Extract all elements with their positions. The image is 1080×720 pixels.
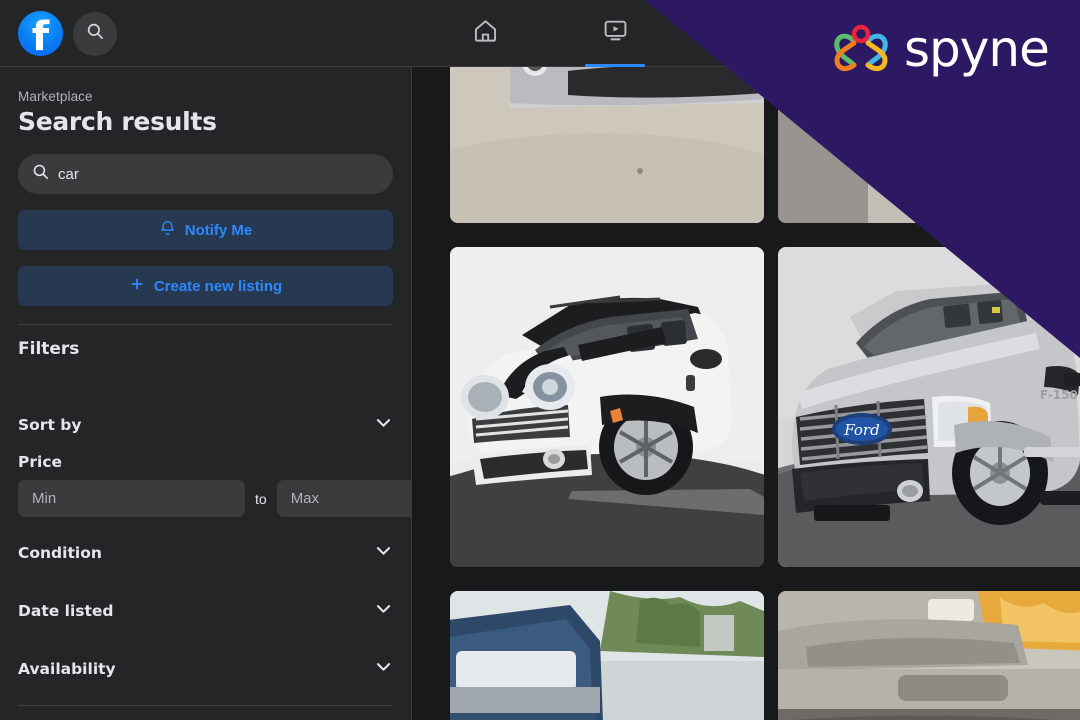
notify-me-label: Notify Me [185,222,253,239]
filter-date-listed[interactable]: Date listed [18,589,393,633]
price-min-input[interactable] [18,480,245,517]
nav-tab-watch[interactable] [579,7,651,59]
price-max-input[interactable] [277,480,412,517]
listing-image[interactable] [778,591,1080,720]
search-icon [32,163,49,185]
search-value: car [58,166,79,183]
bell-icon [159,219,176,241]
listing-grid: Ford [450,67,1080,720]
marketplace-sidebar: Marketplace Search results car Notify Me [0,67,412,720]
nav-tab-home[interactable] [449,7,521,59]
search-icon [86,22,104,45]
listing-card[interactable] [450,67,764,237]
listing-card[interactable] [450,591,764,720]
page-title: Search results [18,107,393,136]
create-new-listing-button[interactable]: Create new listing [18,266,393,306]
listing-meta [778,567,1080,581]
chevron-down-icon [374,413,393,437]
home-icon [472,17,499,49]
price-range-row: to [18,480,393,517]
listing-card[interactable]: Ford [778,247,1080,581]
search-input[interactable]: car [18,154,393,194]
video-play-icon [602,17,629,49]
spyne-wordmark: spyne [904,24,1049,74]
listing-meta [450,223,764,237]
listing-card[interactable] [450,247,764,581]
create-new-listing-label: Create new listing [154,278,282,295]
filter-availability-label: Availability [18,660,116,678]
filter-availability[interactable]: Availability [18,647,393,691]
filter-date-listed-label: Date listed [18,602,114,620]
plus-icon [129,276,145,296]
notify-me-button[interactable]: Notify Me [18,210,393,250]
listing-image[interactable] [450,67,764,223]
svg-text:Ford: Ford [843,421,879,439]
nav-left-group: f [18,11,117,56]
nav-tabs [420,0,680,66]
facebook-logo-letter: f [18,17,63,57]
marketplace-results-grid: Ford [412,67,1080,720]
facebook-logo-icon[interactable]: f [18,11,63,56]
filter-sort-by[interactable]: Sort by [18,403,393,447]
filter-condition[interactable]: Condition [18,531,393,575]
listing-image[interactable]: Ford [778,247,1080,567]
nav-search-button[interactable] [73,12,117,56]
listing-card[interactable] [778,591,1080,720]
app-root: Ford [0,0,1080,720]
filters-heading: Filters [18,339,393,359]
breadcrumb: Marketplace [18,89,393,104]
sidebar-divider [18,324,393,325]
listing-card[interactable] [778,67,1080,237]
listing-image[interactable] [778,67,1080,223]
svg-text:F-150: F-150 [1040,388,1078,402]
spyne-brand-logo: spyne [832,24,1049,74]
listing-image[interactable] [450,247,764,567]
filter-sort-by-label: Sort by [18,416,81,434]
spyne-petals-logo-icon [832,24,890,74]
listing-meta [778,223,1080,237]
filter-condition-label: Condition [18,544,102,562]
chevron-down-icon [374,657,393,681]
price-range-separator: to [255,491,267,507]
chevron-down-icon [374,599,393,623]
listing-meta [450,567,764,581]
listing-image[interactable] [450,591,764,720]
chevron-down-icon [374,541,393,565]
sidebar-divider-2 [18,705,393,706]
filter-price-label: Price [18,453,393,471]
